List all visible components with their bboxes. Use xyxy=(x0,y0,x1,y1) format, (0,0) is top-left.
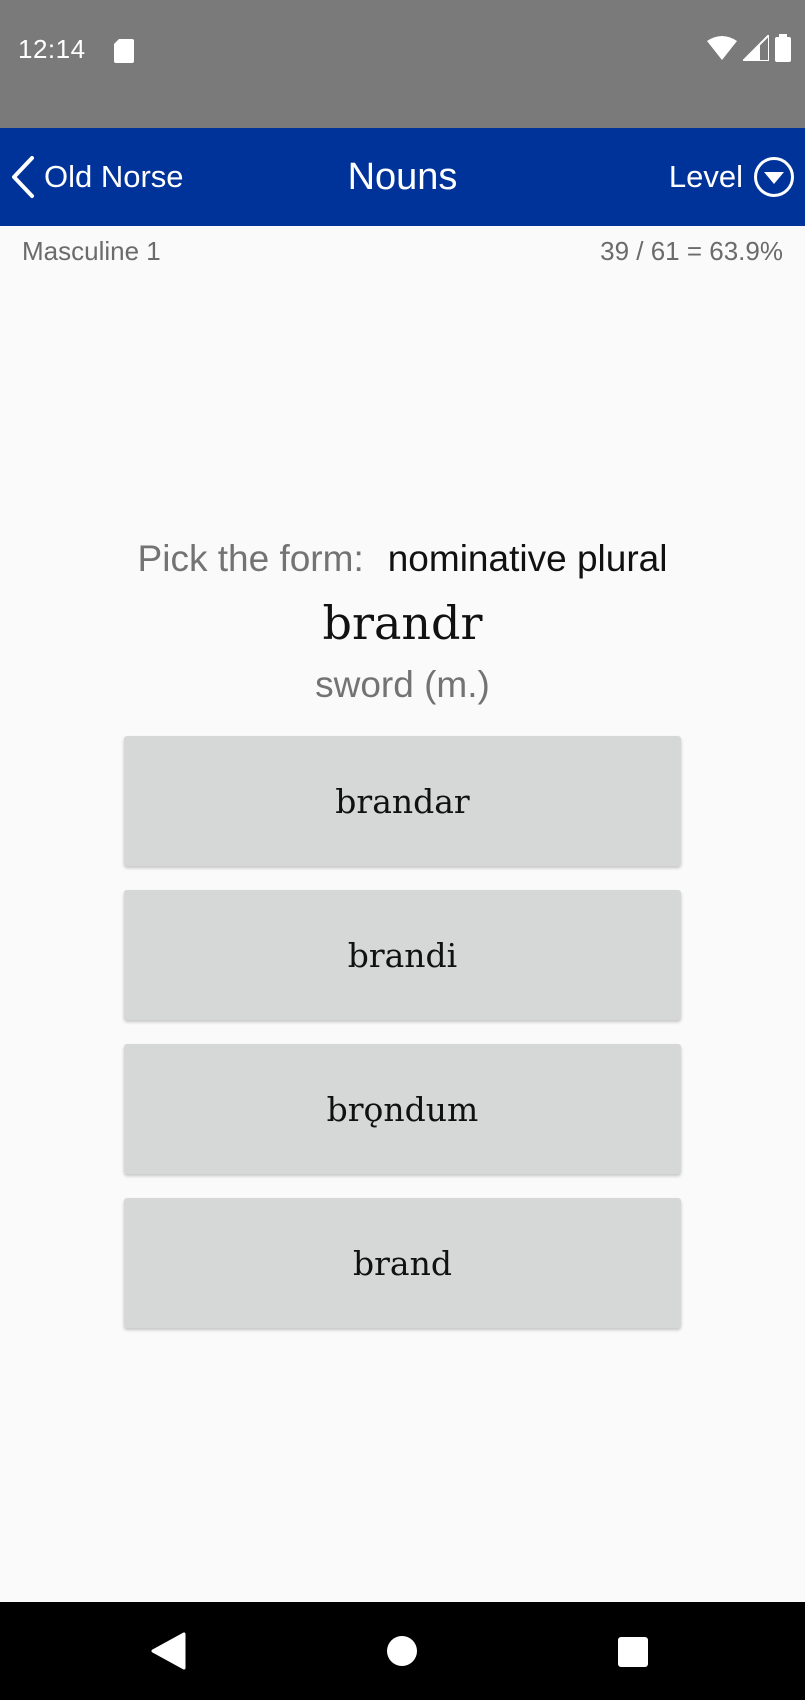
status-time: 12:14 xyxy=(18,34,86,64)
level-button[interactable]: Level xyxy=(669,128,795,226)
sub-header: Masculine 1 39 / 61 = 63.9% xyxy=(0,226,805,276)
gloss: sword (m.) xyxy=(315,664,490,705)
prompt-form: nominative plural xyxy=(387,538,668,579)
sd-card-icon xyxy=(114,39,134,63)
wifi-icon xyxy=(707,35,737,65)
answer-list: brandar brandi brǫndum brand xyxy=(124,736,681,1352)
prompt-label: Pick the form: xyxy=(137,538,364,579)
signal-icon xyxy=(740,32,770,66)
prompt-line: Pick the form: nominative plural xyxy=(0,538,805,580)
answer-button[interactable]: brand xyxy=(124,1198,681,1328)
back-button[interactable]: Old Norse xyxy=(10,128,184,226)
nav-home-icon[interactable] xyxy=(386,1635,418,1667)
app-bar: Old Norse Nouns Level xyxy=(0,128,805,226)
navigation-bar xyxy=(0,1602,805,1700)
level-label: Level xyxy=(668,159,743,194)
score-label: 39 / 61 = 63.9% xyxy=(600,236,783,266)
status-icons xyxy=(707,32,791,67)
chevron-left-icon xyxy=(10,155,36,199)
answer-button[interactable]: brandar xyxy=(124,736,681,866)
answer-button[interactable]: brandi xyxy=(124,890,681,1020)
back-label: Old Norse xyxy=(44,159,184,194)
chevron-down-circle-icon xyxy=(753,156,795,198)
category-label: Masculine 1 xyxy=(22,236,161,266)
headword: brandr xyxy=(322,596,483,650)
nav-back-icon[interactable] xyxy=(150,1632,186,1670)
answer-button[interactable]: brǫndum xyxy=(124,1044,681,1174)
battery-icon xyxy=(775,33,791,67)
status-bar: 12:14 xyxy=(0,0,805,128)
nav-recents-icon[interactable] xyxy=(617,1636,649,1668)
